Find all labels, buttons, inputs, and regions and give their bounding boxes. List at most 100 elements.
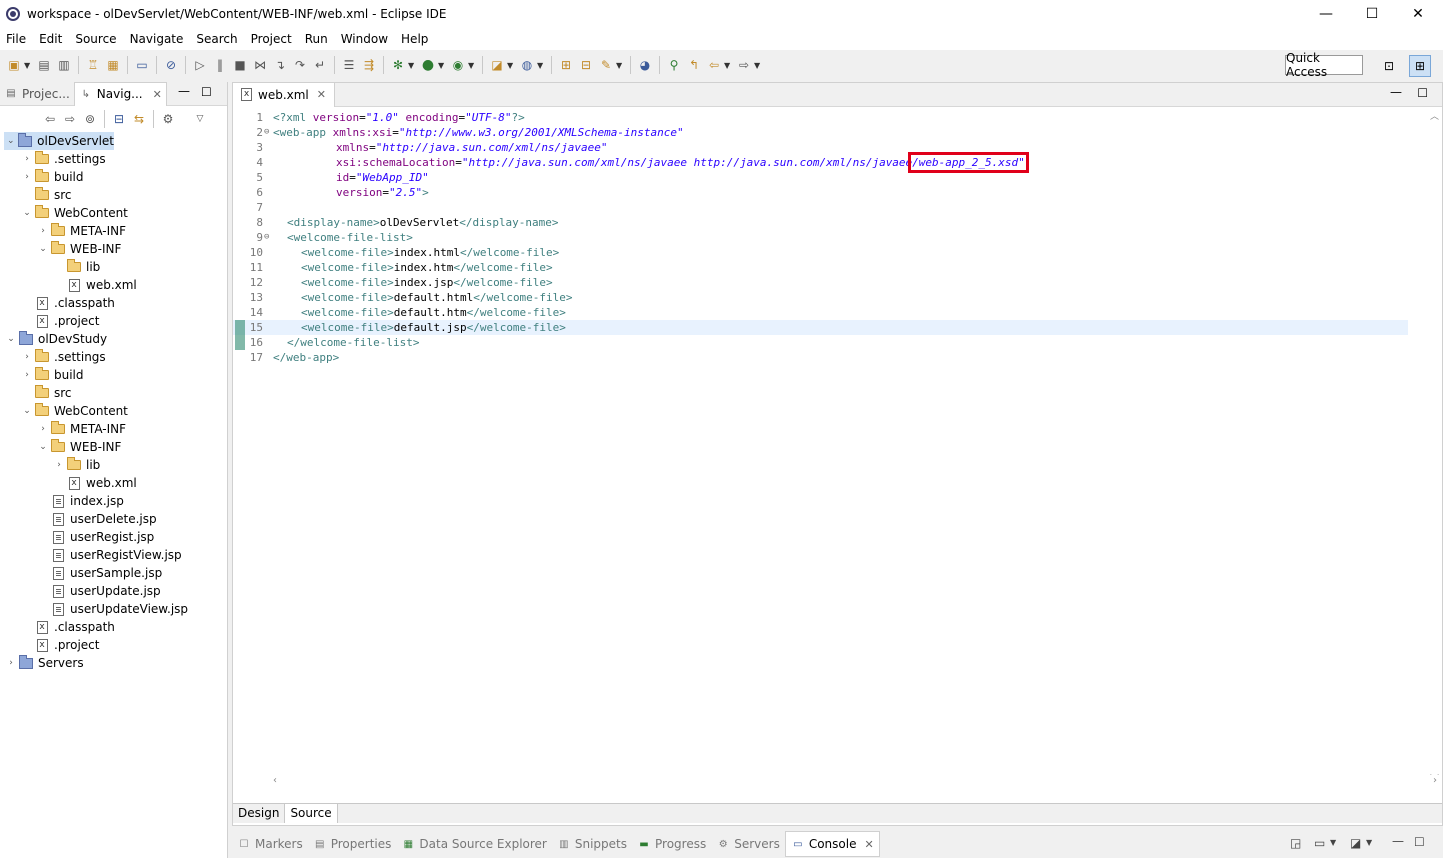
expanded-chevron-icon[interactable]: ⌄: [20, 406, 34, 416]
toggle-mark-icon[interactable]: ⇶: [361, 57, 377, 73]
quick-access-field[interactable]: Quick Access: [1285, 51, 1363, 79]
use-step-filters-icon[interactable]: ☰: [341, 57, 357, 73]
forward-icon[interactable]: ⇨: [62, 111, 78, 127]
terminal-icon[interactable]: ▭: [134, 57, 150, 73]
tab-source[interactable]: Source: [285, 804, 338, 823]
tree-item-file[interactable]: userUpdate.jsp: [36, 582, 161, 600]
close-tab-icon[interactable]: ✕: [864, 838, 873, 851]
maximize-view-icon[interactable]: ☐: [201, 85, 212, 99]
external-tools-icon[interactable]: ◉: [450, 57, 466, 73]
menu-help[interactable]: Help: [395, 32, 434, 46]
tree-item-folder[interactable]: › META-INF: [36, 222, 126, 240]
back-dropdown-icon[interactable]: ▼: [724, 61, 732, 70]
new-class-icon[interactable]: ◍: [519, 57, 535, 73]
horizontal-scrollbar[interactable]: ‹ ›: [271, 775, 1441, 789]
fold-icon[interactable]: ⊖: [264, 230, 269, 245]
resume-icon[interactable]: ▷: [192, 57, 208, 73]
tree-item-folder[interactable]: ⌄ WEB-INF: [36, 438, 121, 456]
tree-item-folder[interactable]: ⌄ WebContent: [20, 204, 128, 222]
tree-item-file[interactable]: x web.xml: [52, 474, 137, 492]
collapsed-chevron-icon[interactable]: ›: [20, 154, 34, 164]
browser-icon[interactable]: ◕: [637, 57, 653, 73]
tree-item-file[interactable]: userSample.jsp: [36, 564, 162, 582]
scroll-right-icon[interactable]: ›: [1433, 775, 1437, 786]
tree-item-project[interactable]: ⌄ olDevStudy: [4, 330, 107, 348]
maximize-button[interactable]: ☐: [1349, 0, 1395, 28]
view-menu-icon[interactable]: ▽: [192, 111, 208, 127]
tree-item-folder[interactable]: lib: [52, 258, 100, 276]
scroll-up-icon[interactable]: ︿: [1430, 109, 1439, 122]
tree-item-file[interactable]: userDelete.jsp: [36, 510, 157, 528]
tab-console[interactable]: ▭ Console ✕: [784, 831, 880, 857]
new-icon[interactable]: ▣: [6, 57, 22, 73]
suspend-icon[interactable]: ‖: [212, 57, 228, 73]
back-icon[interactable]: ⇦: [706, 57, 722, 73]
debug-dropdown-icon[interactable]: ▼: [408, 61, 416, 70]
expanded-chevron-icon[interactable]: ⌄: [4, 136, 18, 146]
minimize-editor-icon[interactable]: —: [1390, 85, 1402, 99]
vertical-scrollbar[interactable]: ︿ ﹀: [1428, 107, 1442, 787]
skip-breakpoints-icon[interactable]: ⊘: [163, 57, 179, 73]
maximize-panel-icon[interactable]: ☐: [1414, 835, 1425, 849]
collapsed-chevron-icon[interactable]: ›: [52, 460, 66, 470]
menu-edit[interactable]: Edit: [33, 32, 68, 46]
open-console-dropdown-icon[interactable]: ▼: [1366, 838, 1372, 847]
new-dropdown-icon[interactable]: ▼: [24, 61, 32, 70]
tree-item-file[interactable]: index.jsp: [36, 492, 124, 510]
menu-window[interactable]: Window: [335, 32, 394, 46]
tree-item-folder[interactable]: › META-INF: [36, 420, 126, 438]
menu-source[interactable]: Source: [69, 32, 122, 46]
tree-item-file[interactable]: userUpdateView.jsp: [36, 600, 188, 618]
step-over-icon[interactable]: ↷: [292, 57, 308, 73]
open-type-icon[interactable]: ⊞: [558, 57, 574, 73]
collapsed-chevron-icon[interactable]: ›: [20, 172, 34, 182]
tree-item-folder[interactable]: › build: [20, 366, 84, 384]
save-all-icon[interactable]: ▥: [56, 57, 72, 73]
close-tab-icon[interactable]: ✕: [317, 88, 326, 101]
tree-item-folder[interactable]: › .settings: [20, 150, 106, 168]
menu-search[interactable]: Search: [190, 32, 243, 46]
menu-project[interactable]: Project: [245, 32, 298, 46]
display-console-dropdown-icon[interactable]: ▼: [1330, 838, 1336, 847]
scroll-left-icon[interactable]: ‹: [273, 775, 277, 786]
new-server-dropdown-icon[interactable]: ▼: [507, 61, 515, 70]
collapsed-chevron-icon[interactable]: ›: [20, 352, 34, 362]
collapsed-chevron-icon[interactable]: ›: [36, 226, 50, 236]
collapse-all-icon[interactable]: ⊟: [111, 111, 127, 127]
minimize-panel-icon[interactable]: —: [1392, 834, 1404, 848]
tab-properties[interactable]: ▤ Properties: [308, 831, 397, 857]
tab-design[interactable]: Design: [233, 804, 286, 823]
tab-progress[interactable]: ▬ Progress: [632, 831, 711, 857]
tab-servers[interactable]: ⚙ Servers: [711, 831, 785, 857]
new-class-dropdown-icon[interactable]: ▼: [537, 61, 545, 70]
up-icon[interactable]: ⊚: [82, 111, 98, 127]
search-dropdown-icon[interactable]: ▼: [616, 61, 624, 70]
menu-run[interactable]: Run: [299, 32, 334, 46]
collapsed-chevron-icon[interactable]: ›: [36, 424, 50, 434]
tab-snippets[interactable]: ▥ Snippets: [552, 831, 632, 857]
terminate-icon[interactable]: ■: [232, 57, 248, 73]
back-icon[interactable]: ⇦: [42, 111, 58, 127]
expanded-chevron-icon[interactable]: ⌄: [20, 208, 34, 218]
tab-markers[interactable]: ☐ Markers: [232, 831, 308, 857]
tree-item-folder[interactable]: › lib: [52, 456, 100, 474]
fold-icon[interactable]: ⊖: [264, 125, 269, 140]
search-tool-icon[interactable]: ✎: [598, 57, 614, 73]
tree-item-file[interactable]: x .classpath: [20, 618, 115, 636]
disconnect-icon[interactable]: ⋈: [252, 57, 268, 73]
tab-project-explorer[interactable]: ▤ Projec...: [0, 82, 74, 106]
close-tab-icon[interactable]: ✕: [153, 88, 162, 101]
forward-icon[interactable]: ⇨: [736, 57, 752, 73]
expanded-chevron-icon[interactable]: ⌄: [4, 334, 18, 344]
last-edit-icon[interactable]: ↰: [686, 57, 702, 73]
open-perspective-icon[interactable]: ⊡: [1378, 55, 1400, 77]
tree-item-project[interactable]: › Servers: [4, 654, 84, 672]
expanded-chevron-icon[interactable]: ⌄: [36, 244, 50, 254]
save-icon[interactable]: ▤: [36, 57, 52, 73]
close-button[interactable]: ✕: [1395, 0, 1441, 28]
open-task-icon[interactable]: ⊟: [578, 57, 594, 73]
build-icon[interactable]: ♖: [85, 57, 101, 73]
code-area[interactable]: 1 <?xml version="1.0" encoding="UTF-8"?> …: [233, 107, 1442, 773]
tree-item-folder[interactable]: › .settings: [20, 348, 106, 366]
tree-item-file[interactable]: x .project: [20, 312, 99, 330]
